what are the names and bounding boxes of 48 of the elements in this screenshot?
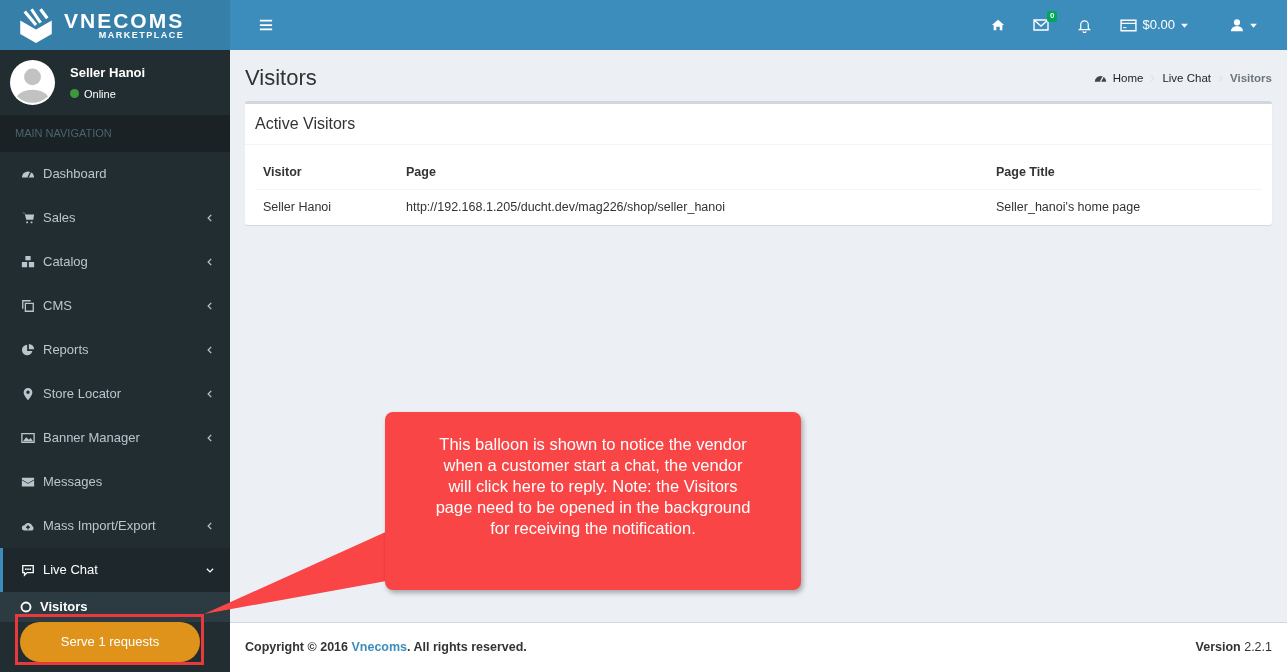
avatar-icon: [10, 60, 55, 105]
sidebar-item[interactable]: Messages: [0, 460, 230, 504]
table-cell: Seller Hanoi: [255, 189, 398, 226]
column-header: Page: [398, 154, 988, 190]
sidebar-item[interactable]: Live Chat: [0, 548, 230, 592]
sidebar-item[interactable]: Sales: [0, 196, 230, 240]
copyright-text: Copyright © 2016 Vnecoms. All rights reserved.: [245, 639, 527, 657]
sidebar-item[interactable]: Store Locator: [0, 372, 230, 416]
circle-icon: [20, 601, 32, 613]
map-pin-icon: [21, 387, 35, 401]
count-badge: 0: [1047, 11, 1058, 22]
sidebar-item[interactable]: Reports: [0, 328, 230, 372]
column-header: Page Title: [988, 154, 1262, 190]
sidebar-item[interactable]: Catalog: [0, 240, 230, 284]
sidebar-item[interactable]: Mass Import/Export: [0, 504, 230, 548]
page-title: Visitors: [245, 65, 317, 92]
brand-name: VNECOMS: [64, 10, 185, 31]
breadcrumb-current: Visitors: [1230, 70, 1272, 86]
sidebar-item[interactable]: CMS: [0, 284, 230, 328]
breadcrumb-link[interactable]: Home: [1112, 69, 1144, 87]
user-icon: [1230, 18, 1244, 32]
copy-icon: [21, 299, 35, 313]
panel-title: Active Visitors: [245, 104, 1272, 145]
status-text: Online: [84, 86, 116, 102]
balance-button[interactable]: $0.00: [1106, 15, 1203, 35]
sidebar-item[interactable]: Banner Manager: [0, 416, 230, 460]
menu-icon: [259, 18, 273, 32]
envelope-icon: [1033, 17, 1050, 33]
logo[interactable]: VNECOMS MARKETPLACE: [0, 0, 230, 50]
breadcrumb-link[interactable]: Live Chat: [1162, 69, 1211, 87]
table-cell: Seller_hanoi's home page: [988, 189, 1262, 226]
nav-section-header: MAIN NAVIGATION: [0, 115, 230, 152]
envelope-icon: [21, 475, 35, 489]
cubes-icon: [21, 255, 35, 269]
image-icon: [21, 431, 35, 445]
version-text: Version 2.2.1: [1195, 639, 1272, 657]
chat-bubble-icon: [21, 563, 35, 577]
logo-icon: [18, 7, 54, 43]
home-icon: [991, 18, 1006, 32]
user-name: Seller Hanoi: [70, 63, 146, 82]
credit-card-icon: [1120, 16, 1138, 34]
column-header: Visitor: [255, 154, 398, 190]
table-cell: http://192.168.1.205/ducht.dev/mag226/shop/seller_hanoi: [398, 189, 988, 226]
bell-icon: [1077, 17, 1093, 33]
callout-balloon: This balloon is shown to notice the vendor when a customer start a chat, the vendor will click here to reply. Note: the Visitors page need to be opened in the background for receiving the notification.: [385, 412, 801, 590]
brand-tagline: MARKETPLACE: [98, 31, 185, 40]
pie-chart-icon: [21, 343, 35, 357]
sidebar-item[interactable]: Dashboard: [0, 152, 230, 196]
